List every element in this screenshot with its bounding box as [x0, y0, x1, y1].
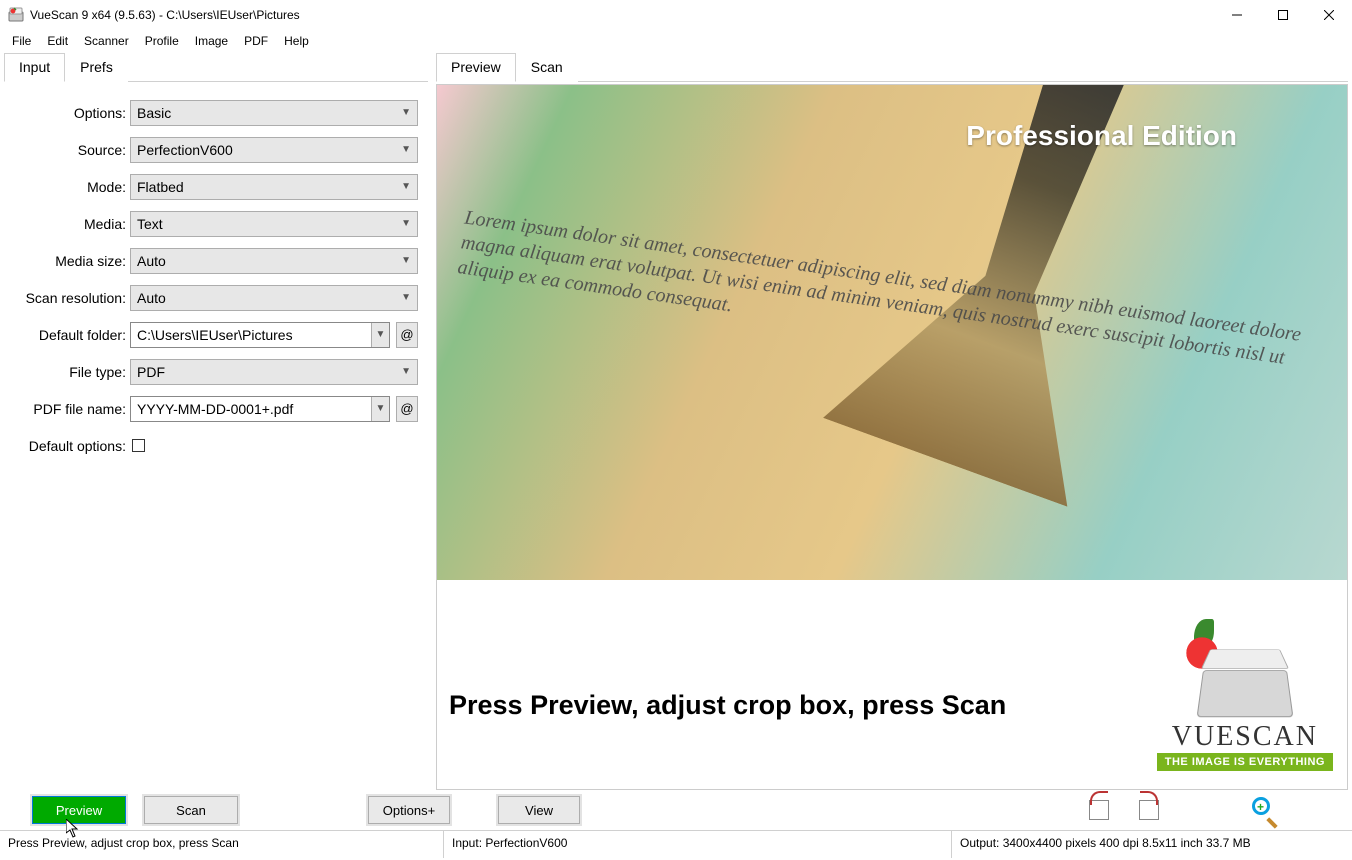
scan-resolution-label: Scan resolution:: [10, 290, 130, 306]
tagline-text: THE IMAGE IS EVERYTHING: [1157, 753, 1333, 771]
preview-button[interactable]: Preview: [32, 796, 126, 824]
chevron-down-icon: ▼: [401, 181, 411, 192]
status-hint: Press Preview, adjust crop box, press Sc…: [0, 831, 444, 858]
app-icon: [8, 7, 24, 23]
left-pane: Input Prefs Options: Basic ▼ Source: Perf…: [0, 52, 432, 790]
chevron-down-icon: ▼: [401, 292, 411, 303]
default-folder-combo[interactable]: C:\Users\IEUser\Pictures ▼: [130, 322, 390, 348]
tab-input[interactable]: Input: [4, 53, 65, 82]
media-value: Text: [137, 216, 163, 232]
window-title: VueScan 9 x64 (9.5.63) - C:\Users\IEUser…: [30, 8, 300, 22]
titlebar: VueScan 9 x64 (9.5.63) - C:\Users\IEUser…: [0, 0, 1352, 30]
mode-select[interactable]: Flatbed ▼: [130, 174, 418, 200]
file-type-select[interactable]: PDF ▼: [130, 359, 418, 385]
chevron-down-icon: ▼: [401, 366, 411, 377]
default-options-label: Default options:: [10, 438, 130, 454]
professional-edition-text: Professional Edition: [966, 120, 1237, 152]
media-size-label: Media size:: [10, 253, 130, 269]
mode-value: Flatbed: [137, 179, 184, 195]
splash-image: Professional Edition Lorem ipsum dolor s…: [437, 85, 1347, 580]
menu-profile[interactable]: Profile: [137, 32, 187, 50]
scan-resolution-select[interactable]: Auto ▼: [130, 285, 418, 311]
maximize-button[interactable]: [1260, 0, 1306, 30]
media-size-value: Auto: [137, 253, 166, 269]
close-button[interactable]: [1306, 0, 1352, 30]
pdf-file-name-combo[interactable]: YYYY-MM-DD-0001+.pdf ▼: [130, 396, 390, 422]
default-options-checkbox[interactable]: [132, 439, 145, 452]
menubar: File Edit Scanner Profile Image PDF Help: [0, 30, 1352, 52]
scan-resolution-value: Auto: [137, 290, 166, 306]
chevron-down-icon: ▼: [401, 144, 411, 155]
status-output: Output: 3400x4400 pixels 400 dpi 8.5x11 …: [952, 831, 1352, 858]
menu-pdf[interactable]: PDF: [236, 32, 276, 50]
source-label: Source:: [10, 142, 130, 158]
options-value: Basic: [137, 105, 171, 121]
chevron-down-icon: ▼: [401, 218, 411, 229]
chevron-down-icon: ▼: [401, 107, 411, 118]
view-button[interactable]: View: [498, 796, 580, 824]
options-label: Options:: [10, 105, 130, 121]
tab-scan[interactable]: Scan: [516, 53, 578, 82]
scanner-icon: [1200, 647, 1290, 717]
default-folder-at-button[interactable]: @: [396, 322, 418, 348]
preview-area: Professional Edition Lorem ipsum dolor s…: [436, 84, 1348, 790]
menu-help[interactable]: Help: [276, 32, 317, 50]
default-folder-value: C:\Users\IEUser\Pictures: [137, 327, 293, 343]
menu-file[interactable]: File: [4, 32, 39, 50]
button-bar: Preview Scan Options+ View +: [0, 790, 1352, 830]
status-input: Input: PerfectionV600: [444, 831, 952, 858]
zoom-in-icon[interactable]: +: [1250, 797, 1276, 823]
source-value: PerfectionV600: [137, 142, 233, 158]
menu-edit[interactable]: Edit: [39, 32, 76, 50]
left-tabs: Input Prefs: [4, 52, 428, 82]
source-select[interactable]: PerfectionV600 ▼: [130, 137, 418, 163]
menu-image[interactable]: Image: [187, 32, 236, 50]
input-form: Options: Basic▼ Source: PerfectionV600▼ …: [4, 82, 428, 470]
media-select[interactable]: Text ▼: [130, 211, 418, 237]
chevron-down-icon: ▼: [371, 397, 389, 421]
pdf-file-name-at-button[interactable]: @: [396, 396, 418, 422]
brand-text: VUESCAN: [1157, 721, 1333, 753]
tab-prefs[interactable]: Prefs: [65, 53, 128, 82]
menu-scanner[interactable]: Scanner: [76, 32, 137, 50]
pdf-file-name-label: PDF file name:: [10, 401, 130, 417]
chevron-down-icon: ▼: [371, 323, 389, 347]
options-button[interactable]: Options+: [368, 796, 450, 824]
scan-button[interactable]: Scan: [144, 796, 238, 824]
minimize-button[interactable]: [1214, 0, 1260, 30]
main-area: Input Prefs Options: Basic ▼ Source: Perf…: [0, 52, 1352, 790]
file-type-value: PDF: [137, 364, 165, 380]
right-tabs: Preview Scan: [436, 52, 1348, 82]
right-pane: Preview Scan Professional Edition Lorem …: [432, 52, 1352, 790]
file-type-label: File type:: [10, 364, 130, 380]
chevron-down-icon: ▼: [401, 255, 411, 266]
vuescan-logo: VUESCAN THE IMAGE IS EVERYTHING: [1157, 647, 1333, 771]
options-select[interactable]: Basic ▼: [130, 100, 418, 126]
pdf-file-name-value: YYYY-MM-DD-0001+.pdf: [137, 401, 293, 417]
default-folder-label: Default folder:: [10, 327, 130, 343]
rotate-left-icon[interactable]: [1086, 797, 1112, 823]
statusbar: Press Preview, adjust crop box, press Sc…: [0, 830, 1352, 858]
rotate-right-icon[interactable]: [1136, 797, 1162, 823]
tab-preview[interactable]: Preview: [436, 53, 516, 82]
mode-label: Mode:: [10, 179, 130, 195]
media-size-select[interactable]: Auto ▼: [130, 248, 418, 274]
media-label: Media:: [10, 216, 130, 232]
